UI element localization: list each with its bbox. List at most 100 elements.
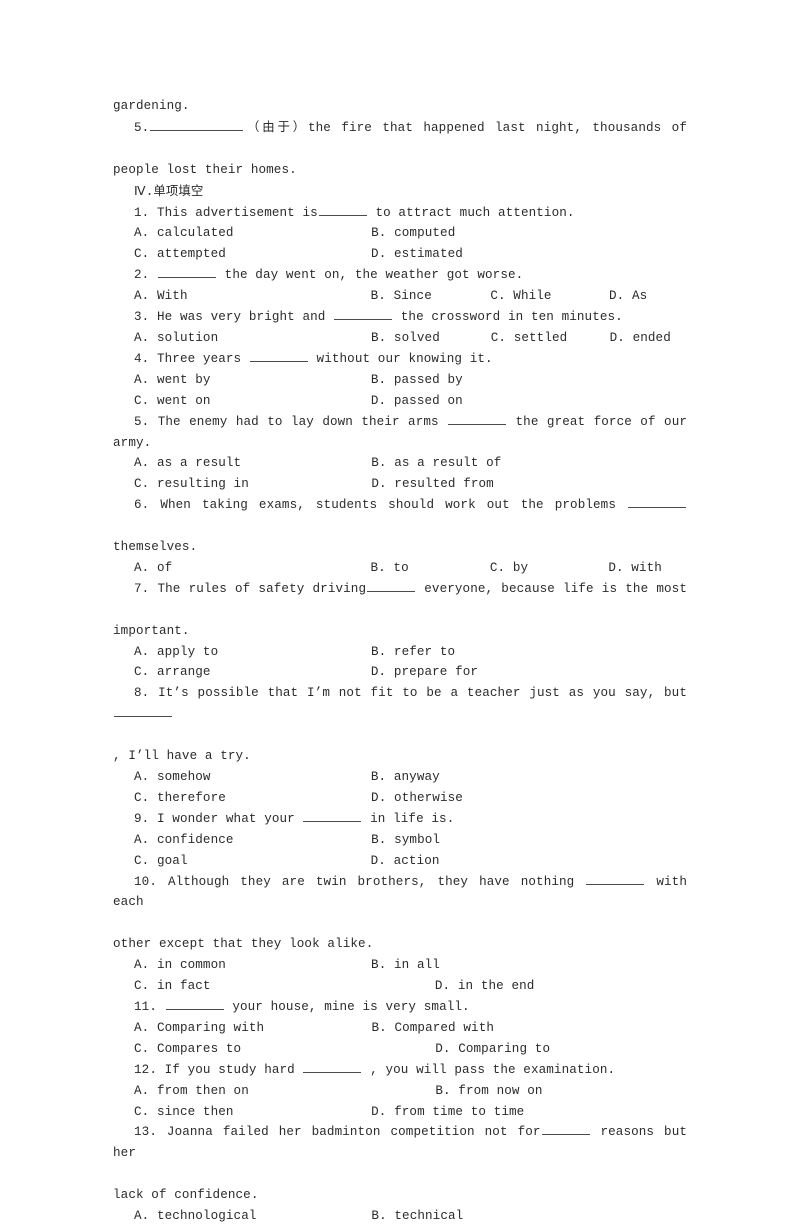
option-row: A. of B. to C. by D. with <box>113 558 687 579</box>
previous-question-5: 5. （由于）the fire that happened last night,… <box>113 117 687 160</box>
option-row: C. therefore D. otherwise <box>113 788 687 809</box>
option-a[interactable]: A. in common <box>134 955 226 976</box>
option-b[interactable]: B. Since <box>371 286 432 307</box>
option-a[interactable]: A. somehow <box>134 767 211 788</box>
question-stem: 8. It’s possible that I’m not fit to be … <box>113 683 687 746</box>
option-d[interactable]: D. action <box>371 851 440 872</box>
question-stem-before: It’s possible that I’m not fit to be a t… <box>149 686 687 701</box>
answer-blank[interactable] <box>586 873 645 885</box>
option-row: C. resulting in D. resulted from <box>113 474 687 495</box>
option-c[interactable]: C. in fact <box>134 976 211 997</box>
option-row: C. goal D. action <box>113 851 687 872</box>
option-row: A. confidence B. symbol <box>113 830 687 851</box>
option-a[interactable]: A. apply to <box>134 642 218 663</box>
question-number: 3. <box>134 310 150 325</box>
option-row: C. attempted D. estimated <box>113 244 687 265</box>
option-a[interactable]: A. technological <box>134 1206 257 1227</box>
question-number: 6. <box>134 498 150 513</box>
option-d[interactable]: D. resulted from <box>371 474 494 495</box>
q5-chinese-hint: （由于） <box>244 118 308 134</box>
option-c[interactable]: C. arrange <box>134 662 211 683</box>
option-b[interactable]: B. computed <box>371 223 455 244</box>
answer-blank[interactable] <box>303 810 362 822</box>
question-number: 4. <box>134 351 150 366</box>
option-a[interactable]: A. of <box>134 558 172 579</box>
option-row: A. solution B. solved C. settled D. ended <box>113 328 687 349</box>
question-number: 5. <box>134 414 150 429</box>
option-b[interactable]: B. as a result of <box>371 453 501 474</box>
option-b[interactable]: B. solved <box>371 328 440 349</box>
option-b[interactable]: B. passed by <box>371 370 463 391</box>
q5-blank[interactable] <box>150 119 244 131</box>
option-d[interactable]: D. passed on <box>371 391 463 412</box>
answer-blank[interactable] <box>249 350 308 362</box>
option-d[interactable]: D. prepare for <box>371 662 478 683</box>
option-row: A. calculated B. computed <box>113 223 687 244</box>
answer-blank[interactable] <box>334 308 393 321</box>
question-number: 12. <box>134 1062 157 1077</box>
option-b[interactable]: B. from now on <box>435 1081 542 1102</box>
option-b[interactable]: B. in all <box>371 955 440 976</box>
option-b[interactable]: B. technical <box>371 1206 463 1227</box>
option-d[interactable]: D. otherwise <box>371 788 463 809</box>
section-heading: Ⅳ.单项填空 <box>113 181 687 203</box>
question-stem-before: He was very bright and <box>149 310 334 325</box>
option-c[interactable]: C. resulting in <box>134 474 249 495</box>
answer-blank[interactable] <box>158 266 216 279</box>
answer-blank[interactable] <box>367 580 416 592</box>
option-row: C. went on D. passed on <box>113 391 687 412</box>
option-b[interactable]: B. refer to <box>371 642 455 663</box>
question-stem: 6. When taking exams, students should wo… <box>113 495 687 537</box>
option-d[interactable]: D. estimated <box>371 244 463 265</box>
question-number: 11. <box>134 999 157 1014</box>
question-stem-before: Joanna failed her badminton competition … <box>156 1125 541 1140</box>
option-c[interactable]: C. since then <box>134 1102 234 1123</box>
option-b[interactable]: B. symbol <box>371 830 440 851</box>
option-d[interactable]: D. ended <box>610 328 671 349</box>
option-row: C. arrange D. prepare for <box>113 662 687 683</box>
answer-blank[interactable] <box>628 496 686 509</box>
option-row: A. technological B. technical <box>113 1206 687 1227</box>
option-d[interactable]: D. Comparing to <box>435 1039 550 1060</box>
option-c[interactable]: C. attempted <box>134 244 226 265</box>
answer-blank[interactable] <box>541 1123 590 1136</box>
option-a[interactable]: A. as a result <box>134 453 241 474</box>
q5-rest: the fire that happened last night, thous… <box>307 120 688 135</box>
question-number: 8. <box>134 686 150 701</box>
option-a[interactable]: A. Comparing with <box>134 1018 264 1039</box>
answer-blank[interactable] <box>114 705 172 718</box>
question-stem: 5. The enemy had to lay down their arms … <box>113 412 687 454</box>
option-b[interactable]: B. to <box>370 558 408 579</box>
option-a[interactable]: A. from then on <box>134 1081 249 1102</box>
option-c[interactable]: C. Compares to <box>134 1039 241 1060</box>
option-b[interactable]: B. anyway <box>371 767 440 788</box>
option-d[interactable]: D. from time to time <box>371 1102 524 1123</box>
option-c[interactable]: C. While <box>490 286 551 307</box>
answer-blank[interactable] <box>318 204 367 216</box>
answer-blank[interactable] <box>448 413 507 425</box>
option-d[interactable]: D. with <box>608 558 662 579</box>
option-a[interactable]: A. went by <box>134 370 211 391</box>
option-a[interactable]: A. confidence <box>134 830 234 851</box>
option-row: C. since then D. from time to time <box>113 1102 687 1123</box>
option-a[interactable]: A. solution <box>134 328 218 349</box>
question-stem: 9. I wonder what your in life is. <box>113 809 687 830</box>
option-b[interactable]: B. Compared with <box>371 1018 494 1039</box>
option-c[interactable]: C. went on <box>134 391 211 412</box>
option-row: C. in fact D. in the end <box>113 976 687 997</box>
q5-wrap-line: people lost their homes. <box>113 162 297 177</box>
option-c[interactable]: C. therefore <box>134 788 226 809</box>
question-stem-after: , you will pass the examination. <box>362 1062 616 1077</box>
option-a[interactable]: A. calculated <box>134 223 234 244</box>
option-a[interactable]: A. With <box>134 286 188 307</box>
answer-blank[interactable] <box>165 998 224 1010</box>
option-d[interactable]: D. in the end <box>435 976 535 997</box>
question-stem-before: Three years <box>149 351 249 366</box>
answer-blank[interactable] <box>303 1061 362 1073</box>
option-row: C. Compares to D. Comparing to <box>113 1039 687 1060</box>
question-number: 10. <box>134 874 157 889</box>
option-c[interactable]: C. settled <box>491 328 568 349</box>
option-c[interactable]: C. goal <box>134 851 188 872</box>
option-c[interactable]: C. by <box>490 558 528 579</box>
option-d[interactable]: D. As <box>609 286 647 307</box>
